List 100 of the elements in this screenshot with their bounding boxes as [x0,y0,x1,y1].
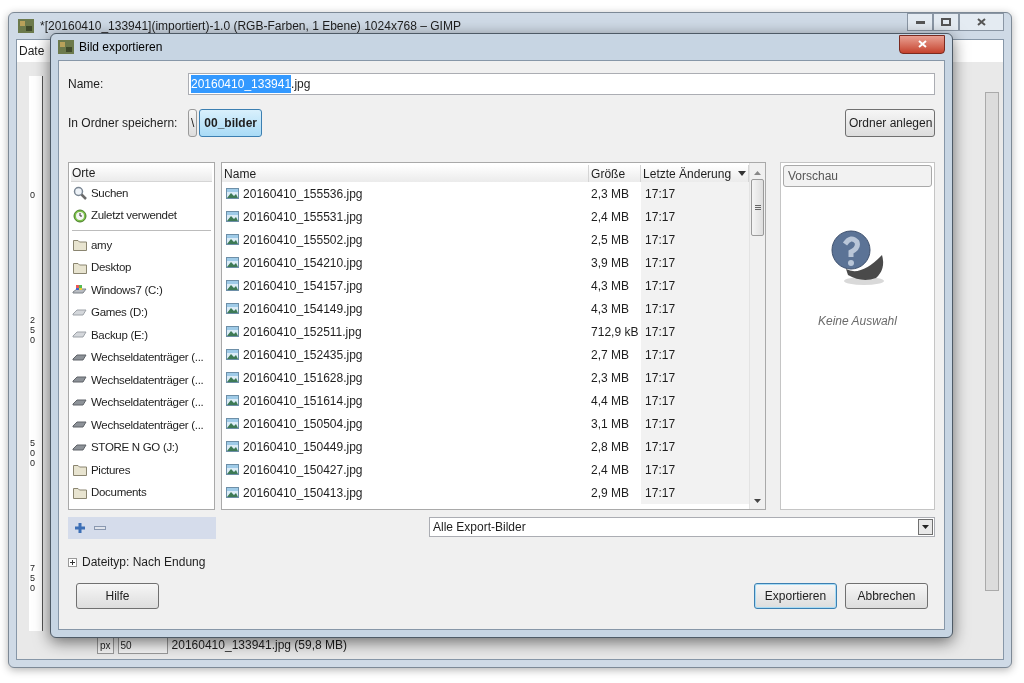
add-icon[interactable] [74,522,86,534]
vertical-scrollbar[interactable] [985,92,999,591]
place-item[interactable]: Wechseldatenträger (... [71,391,213,414]
close-button[interactable] [959,13,1004,31]
ruler-label: 750 [30,564,36,594]
image-file-icon [226,349,240,360]
file-size-cell-text: 2,3 MB [590,369,631,387]
image-file-icon [226,418,240,429]
preview-header[interactable]: Vorschau [782,165,932,187]
expander-icon[interactable] [68,557,77,567]
image-file-icon [226,326,240,337]
filter-dropdown[interactable]: Alle Export-Bilder [429,517,935,537]
scrollbar[interactable] [749,163,766,509]
close-icon [917,40,927,48]
place-item[interactable]: STORE N GO (J:) [71,436,213,459]
maximize-button[interactable] [933,13,959,31]
app-icon [18,19,34,33]
field-text: .jpg [291,76,311,93]
file-name-cell[interactable]: 20160410_154149.jpg [222,299,590,318]
folder-label: In Ordner speichern: [68,115,179,132]
place-item[interactable]: Suchen [71,182,213,205]
path-button[interactable]: 00_bilder [199,109,263,137]
place-item[interactable]: Windows7 (C:) [71,279,213,302]
file-name-cell[interactable]: 20160410_152511.jpg [222,322,590,341]
dialog-button[interactable]: Abbrechen [845,583,928,609]
file-name-cell[interactable]: 20160410_150427.jpg [222,460,590,479]
file-name-cell[interactable]: 20160410_150449.jpg [222,437,590,456]
modified-cell: 17:17 [641,481,750,504]
minimize-icon [915,20,925,24]
modified-cell: 17:17 [641,274,750,297]
place-item[interactable]: Wechseldatenträger (... [71,414,213,437]
drive-icon [72,331,87,340]
status-text: 20160410_133941.jpg (59,8 MB) [171,637,348,654]
image-file-icon [226,395,240,406]
file-size-cell-text: 2,4 MB [590,461,631,479]
drive-icon [72,284,87,297]
window-title: *[20160410_133941](importiert)-1.0 (RGB-Farben, 1 Ebene) 1024x768 – GIMP [40,18,461,35]
image-file-icon [226,487,240,498]
place-item[interactable]: Desktop [71,256,213,279]
file-name-cell[interactable]: 20160410_155502.jpg [222,230,590,249]
image-file-icon [226,280,240,291]
scroll-up-icon[interactable] [754,171,762,175]
image-file-icon [226,441,240,452]
file-name-cell[interactable]: 20160410_151628.jpg [222,368,590,387]
drive-icon [72,308,87,317]
file-name-cell[interactable]: 20160410_150504.jpg [222,414,590,433]
modified-cell: 17:17 [641,320,750,343]
place-item[interactable]: Wechseldatenträger (... [71,369,213,392]
file-name-cell[interactable]: 20160410_152435.jpg [222,345,590,364]
image-file-icon [226,464,240,475]
image-file-icon [226,234,240,245]
drive-icon [72,421,87,430]
column-header[interactable]: Größe [589,165,642,182]
scroll-down-icon[interactable] [754,499,762,503]
file-size-cell-text: 4,3 MB [590,277,631,295]
file-size-cell-text: 4,4 MB [590,392,631,410]
dialog-title: Bild exportieren [79,39,163,56]
file-name-cell[interactable]: 20160410_155536.jpg [222,184,590,203]
dialog-button[interactable]: Hilfe [76,583,159,609]
modified-cell: 17:17 [641,389,750,412]
place-item[interactable]: Documents [71,481,213,504]
dialog-button[interactable]: Exportieren [754,583,837,609]
column-header[interactable]: Name [222,165,590,182]
place-item[interactable]: Wechseldatenträger (... [71,346,213,369]
file-size-cell-text: 712,9 kB [590,323,640,341]
file-size-cell-text: 2,3 MB [590,185,631,203]
close-button[interactable] [899,34,945,54]
file-name-cell[interactable]: 20160410_150413.jpg [222,483,590,502]
image-file-icon [226,257,240,268]
ruler-label: 250 [30,316,36,346]
column-header[interactable]: Orte [71,165,213,182]
maximize-icon [941,18,951,26]
file-name-cell[interactable]: 20160410_151614.jpg [222,391,590,410]
file-type-label[interactable]: Dateityp: Nach Endung [82,553,206,571]
place-item[interactable]: Zuletzt verwendet [71,204,213,227]
scrollbar-thumb[interactable] [751,179,765,236]
modified-cell: 17:17 [641,366,750,389]
drive-icon [72,376,87,385]
file-name-cell[interactable]: 20160410_154210.jpg [222,253,590,272]
minimize-button[interactable] [907,13,933,31]
file-size-cell-text: 3,9 MB [590,254,631,272]
column-header[interactable]: Letzte Änderung [641,165,750,182]
modified-cell: 17:17 [641,458,750,481]
file-name-cell[interactable]: 20160410_154157.jpg [222,276,590,295]
file-size-cell-text: 2,7 MB [590,346,631,364]
place-item[interactable]: Pictures [71,459,213,482]
place-item[interactable]: Backup (E:) [71,324,213,347]
app-icon [58,40,74,54]
menu-item[interactable]: Date [19,42,45,60]
grip-icon [754,205,761,210]
path-button[interactable]: \ [188,109,198,137]
place-item[interactable]: amy [71,234,213,257]
clock-icon [72,208,87,223]
modified-cell: 17:17 [641,205,750,228]
modified-cell: 17:17 [641,228,750,251]
create-folder-button[interactable]: Ordner anlegen [845,109,935,137]
file-name-cell[interactable]: 20160410_155531.jpg [222,207,590,226]
name-field[interactable]: 20160410_133941.jpg [188,73,935,95]
place-item[interactable]: Games (D:) [71,301,213,324]
image-file-icon [226,372,240,383]
